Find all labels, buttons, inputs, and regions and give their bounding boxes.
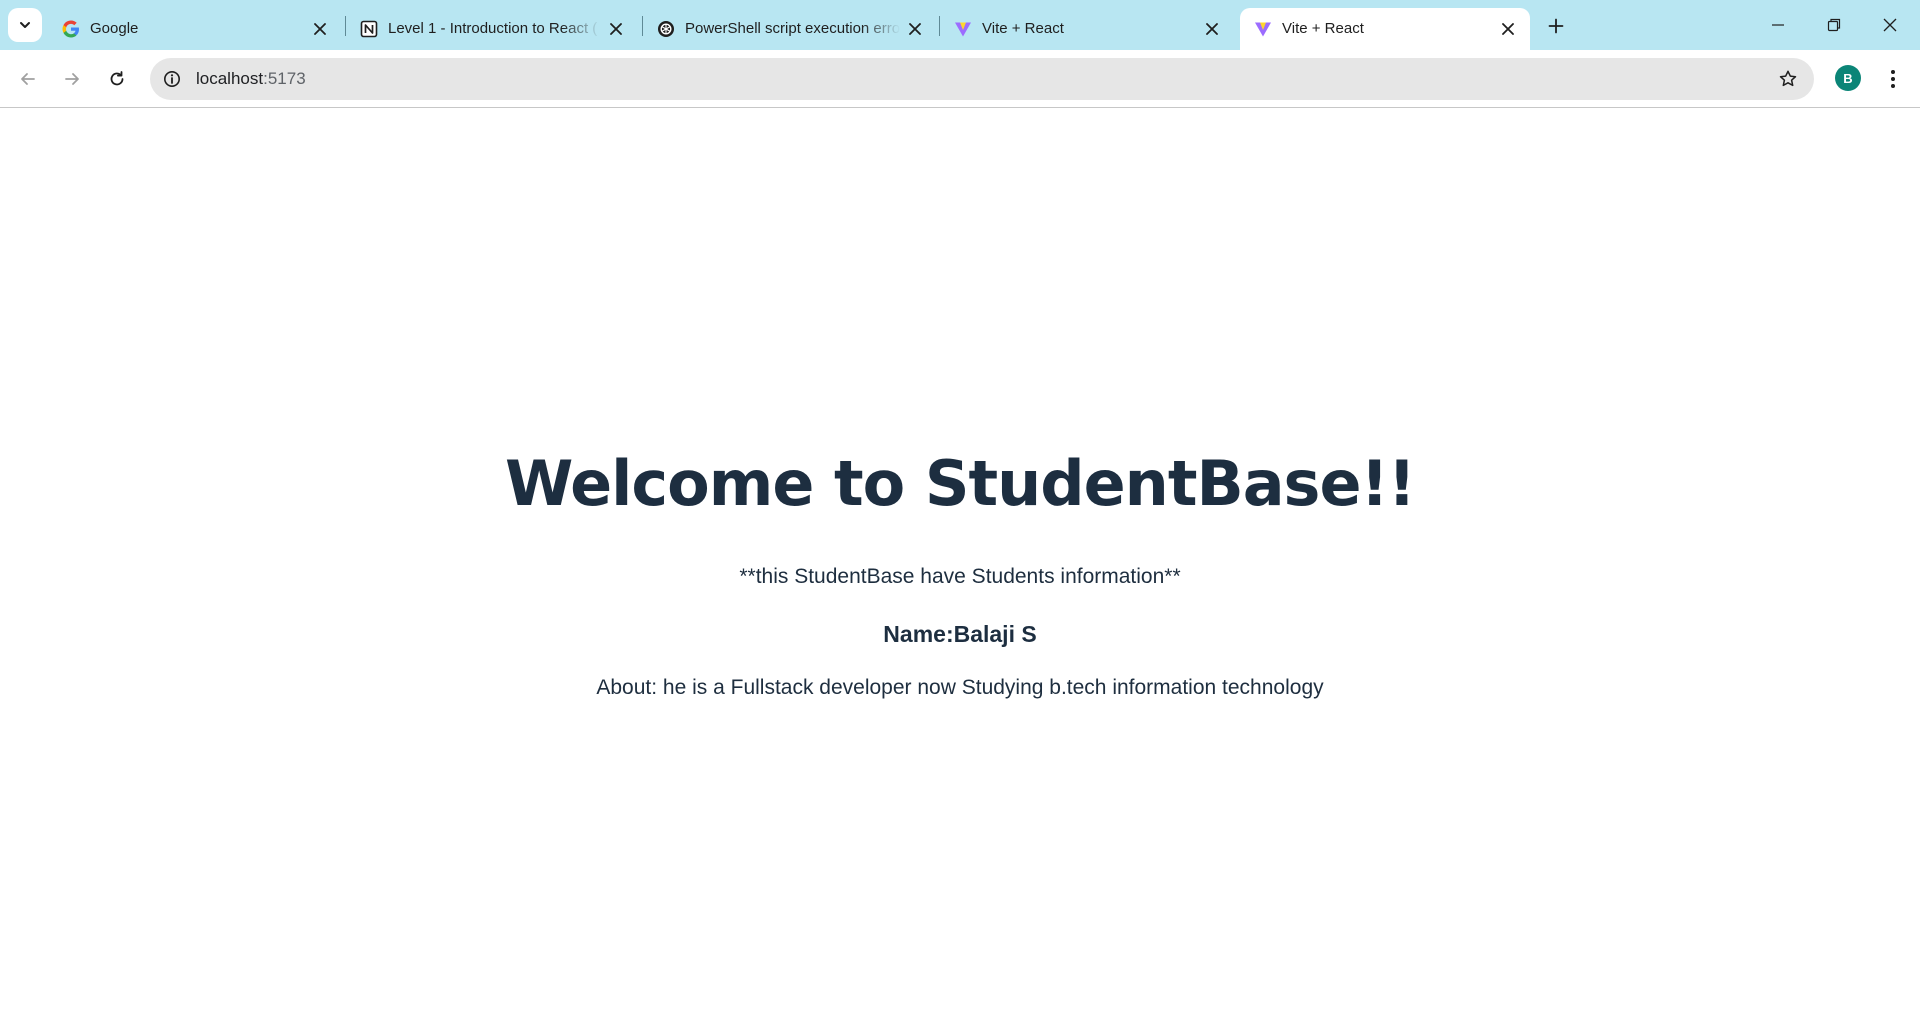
close-tab-icon[interactable] [905,19,925,39]
page-tagline: **this StudentBase have Students informa… [739,565,1181,588]
chatgpt-icon [657,20,675,38]
address-bar[interactable]: localhost:5173 [150,58,1814,100]
url-host: localhost [196,69,264,88]
url-text[interactable]: localhost:5173 [196,69,306,89]
back-button[interactable] [12,63,44,95]
more-vertical-icon [1891,70,1895,88]
close-tab-icon[interactable] [606,19,626,39]
tab-powershell-error[interactable]: PowerShell script execution erro [643,8,933,50]
close-tab-icon[interactable] [1498,19,1518,39]
profile-avatar[interactable]: B [1835,65,1861,91]
reload-icon [110,71,124,86]
site-info-icon[interactable] [160,67,184,91]
tab-google[interactable]: Google [48,8,338,50]
tab-title: Vite + React [1282,20,1364,37]
new-tab-button[interactable] [1542,12,1570,40]
plus-icon [1548,18,1564,34]
chevron-down-icon [20,22,30,28]
tab-vite-react-active[interactable]: Vite + React [1240,8,1530,50]
tab-vite-react[interactable]: Vite + React [940,8,1230,50]
student-about: About: he is a Fullstack developer now S… [596,676,1324,699]
google-icon [62,20,80,38]
page-content: Welcome to StudentBase!! **this StudentB… [0,109,1920,1020]
notion-icon [360,20,378,38]
tab-title: Google [90,20,139,37]
bookmark-star-icon[interactable] [1776,67,1800,91]
arrow-left-icon [21,73,35,85]
vite-icon [954,20,972,38]
minimize-button[interactable] [1750,0,1806,50]
close-tab-icon[interactable] [310,19,330,39]
vite-icon [1254,20,1272,38]
restore-icon [1827,18,1841,32]
reload-button[interactable] [101,63,133,95]
tab-strip: Google Level 1 - Introduction to React ( [0,0,1920,50]
tab-title: PowerShell script execution erro [685,20,900,37]
tab-title: Vite + React [982,20,1064,37]
browser-menu-button[interactable] [1878,63,1908,95]
arrow-right-icon [65,73,79,85]
close-tab-icon[interactable] [1202,19,1222,39]
forward-button[interactable] [56,63,88,95]
close-window-button[interactable] [1862,0,1918,50]
close-icon [1883,18,1897,32]
page-title: Welcome to StudentBase!! [504,447,1416,520]
minimize-icon [1772,24,1784,26]
url-port: :5173 [263,69,306,88]
tab-search-button[interactable] [8,8,42,42]
restore-button[interactable] [1806,0,1862,50]
browser-toolbar: localhost:5173 B [0,50,1920,108]
tab-notion-react[interactable]: Level 1 - Introduction to React ( [346,8,636,50]
student-name: Name:Balaji S [883,621,1037,647]
tab-title: Level 1 - Introduction to React ( [388,20,598,37]
